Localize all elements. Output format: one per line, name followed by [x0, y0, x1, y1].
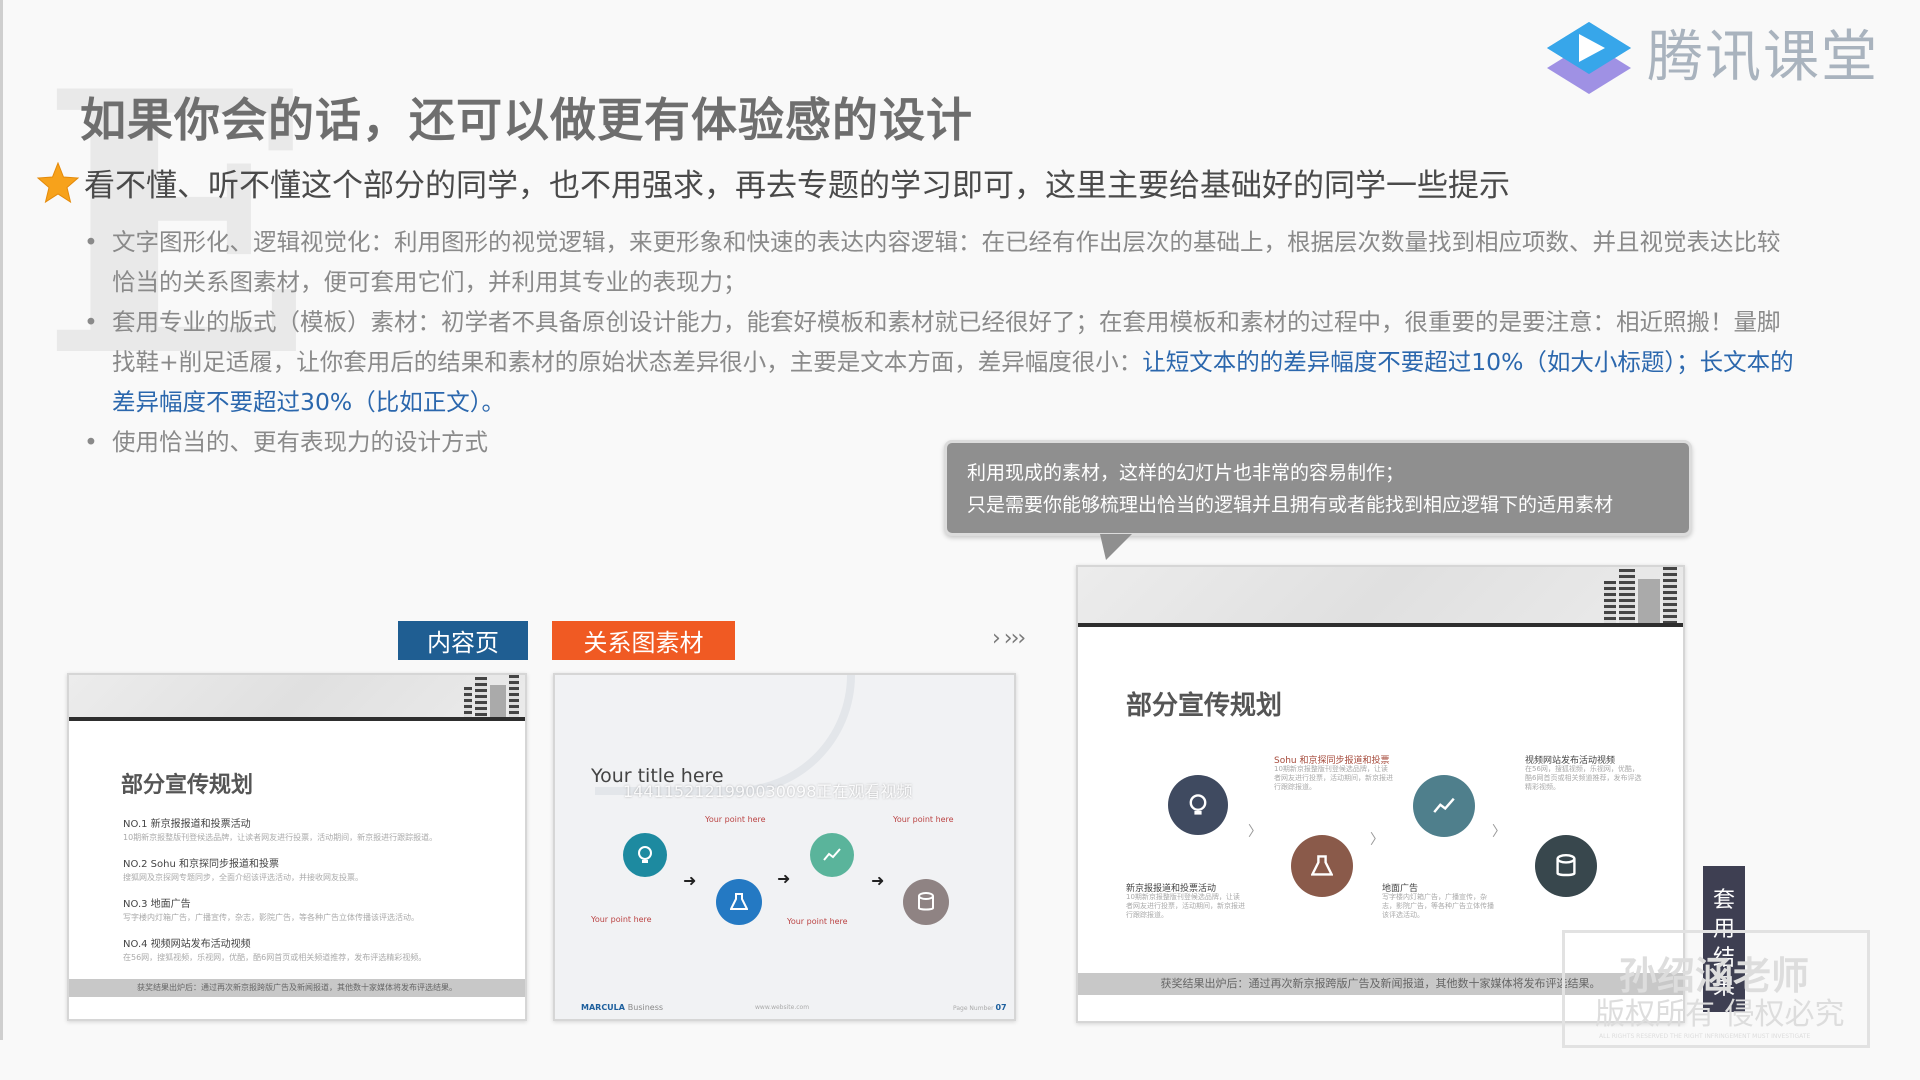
- bullet-item: 文字图形化、逻辑视觉化：利用图形的视觉逻辑，来更形象和快速的表达内容逻辑：在已经…: [80, 222, 1800, 302]
- content-page-thumbnail: 部分宣传规划 NO.1 新京报报道和投票活动 10期新京报整版刊登候选品牌，让读…: [67, 673, 527, 1021]
- diagram-desc: 10期新京报整版刊登候选品牌，让读者网友进行投票，活动期间，新京报进行跟踪报道。: [1274, 765, 1393, 791]
- watermark-line: ALL RIGHTS RESERVED THE RIGHT INFRINGEME…: [1599, 1033, 1811, 1040]
- card-footer: 获奖结果出炉后：通过再次新京报跨版广告及新闻报道，其他数十家媒体将发布评选结果。: [69, 979, 525, 997]
- chart-icon: [1413, 775, 1475, 837]
- chevron-icon: 〉: [1492, 824, 1506, 840]
- footer-page: Page Number 07: [953, 1003, 1007, 1012]
- list-item-head: NO.4 视频网站发布活动视频: [123, 939, 251, 950]
- point-label: Your point here: [705, 815, 766, 824]
- diagram-material-thumbnail: Your title here ➜ ➜ ➜ Your point here Yo…: [553, 673, 1016, 1021]
- building-icon: [1604, 567, 1677, 623]
- callout-box: 利用现成的素材，这样的幻灯片也非常的容易制作； 只是需要你能够梳理出恰当的逻辑并…: [944, 440, 1692, 536]
- point-label: Your point here: [787, 917, 848, 926]
- content-page-tag: 内容页: [398, 621, 528, 660]
- diagram-desc: 在56网，搜狐视频，乐视网，优酷，酷6网首页或相关频道推荐，发布评选精彩视频。: [1525, 765, 1642, 791]
- bullet-list: 文字图形化、逻辑视觉化：利用图形的视觉逻辑，来更形象和快速的表达内容逻辑：在已经…: [80, 222, 1800, 462]
- list-item-sub: 搜狐网及京探网专题同步，全面介绍该评选活动，并接收网友投票。: [123, 873, 363, 882]
- bulb-icon: [623, 833, 667, 877]
- arrows-icon: › ›››: [992, 626, 1026, 651]
- database-icon: [903, 879, 949, 925]
- footer-brand: MARCULA Business: [581, 1003, 663, 1012]
- building-icon: [464, 675, 519, 717]
- page-number: 07: [995, 1003, 1007, 1012]
- card-title: 部分宣传规划: [1126, 691, 1283, 721]
- chevron-icon: 〉: [1370, 832, 1384, 848]
- list-item-sub: 写字楼内灯箱广告，广播宣传，杂志，影院广告，等各种广告立体传播该评选活动。: [123, 913, 419, 922]
- arrow-icon: ➜: [871, 871, 885, 890]
- brand-logo: 腾讯课堂: [1543, 16, 1879, 100]
- watermark-line: 版权所有 侵权必究: [1595, 997, 1845, 1032]
- list-item-sub: 10期新京报整版刊登候选品牌，让读者网友进行投票，活动期间，新京报进行跟踪报道。: [123, 833, 438, 842]
- flask-icon: [1291, 835, 1353, 897]
- card-header: [1078, 567, 1683, 627]
- copyright-watermark: 孙绍涵老师 版权所有 侵权必究 ALL RIGHTS RESERVED THE …: [1562, 930, 1870, 1048]
- database-icon: [1535, 835, 1597, 897]
- point-label: Your point here: [591, 915, 652, 924]
- callout-line: 只是需要你能够梳理出恰当的逻辑并且拥有或者能找到相应逻辑下的适用素材: [967, 494, 1614, 516]
- diagram-desc: 写字楼内灯箱广告，广播宣传，杂志，影院广告，等各种广告立体传播该评选活动。: [1382, 893, 1494, 919]
- bullet-item: 套用专业的版式（模板）素材：初学者不具备原创设计能力，能套好模板和素材就已经很好…: [80, 302, 1800, 422]
- bullet-text: 文字图形化、逻辑视觉化：利用图形的视觉逻辑，来更形象和快速的表达内容逻辑：在已经…: [112, 228, 1781, 296]
- brand-sub: Business: [627, 1003, 664, 1012]
- point-label: Your point here: [893, 815, 954, 824]
- diagram-material-tag: 关系图素材: [552, 621, 735, 660]
- viewer-overlay: 1441152121990030098正在观看视频: [623, 782, 913, 801]
- star-icon: [36, 161, 80, 203]
- list-item-sub: 在56网，搜狐视频，乐视网，优酷，酷6网首页或相关频道推荐，发布评选精彩视频。: [123, 953, 427, 962]
- callout-tail: [1100, 534, 1132, 560]
- card-header: [69, 675, 525, 721]
- arrow-icon: ➜: [683, 871, 697, 890]
- arrow-icon: ➜: [777, 869, 791, 888]
- page-title: 如果你会的话，还可以做更有体验感的设计: [80, 93, 973, 147]
- subtitle-row: 看不懂、听不懂这个部分的同学，也不用强求，再去专题的学习即可，这里主要给基础好的…: [36, 160, 1510, 205]
- bulb-icon: [1168, 775, 1228, 835]
- subtitle: 看不懂、听不懂这个部分的同学，也不用强求，再去专题的学习即可，这里主要给基础好的…: [84, 168, 1510, 204]
- left-edge-divider: [0, 0, 3, 1040]
- chevron-icon: 〉: [1248, 824, 1262, 840]
- list-item-head: NO.2 Sohu 和京探同步报道和投票: [123, 859, 279, 870]
- brand-text: MARCULA: [581, 1003, 625, 1012]
- bullet-text: 使用恰当的、更有表现力的设计方式: [112, 428, 488, 456]
- chart-icon: [810, 833, 854, 877]
- list-item-head: NO.1 新京报报道和投票活动: [123, 819, 251, 830]
- footer-site: www.website.com: [755, 1004, 810, 1011]
- flask-icon: [716, 879, 762, 925]
- slide: E 腾讯课堂 如果你会的话，还可以做更有体验感的设计 看不懂、听不懂这个部分的同…: [0, 0, 1920, 1080]
- play-logo-icon: [1547, 22, 1631, 94]
- brand-name: 腾讯课堂: [1647, 25, 1879, 90]
- card-title: 部分宣传规划: [121, 773, 254, 798]
- callout-line: 利用现成的素材，这样的幻灯片也非常的容易制作；: [967, 462, 1405, 484]
- page-label: Page Number: [953, 1005, 994, 1012]
- diagram-desc: 10期新京报整版刊登候选品牌，让读者网友进行投票，活动期间，新京报进行跟踪报道。: [1126, 893, 1245, 919]
- list-item-head: NO.3 地面广告: [123, 899, 191, 910]
